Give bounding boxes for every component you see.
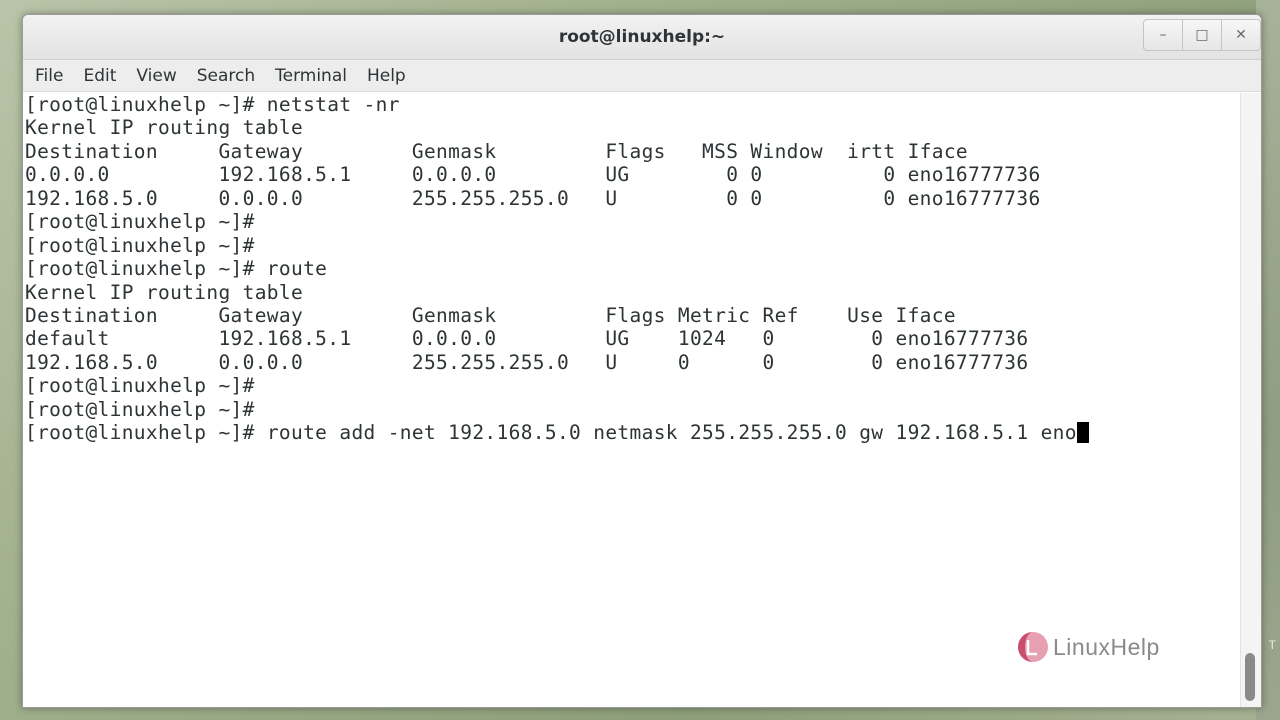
maximize-icon: □ xyxy=(1195,27,1209,43)
scrollbar-thumb[interactable] xyxy=(1245,653,1255,701)
terminal-line: Kernel IP routing table xyxy=(25,116,304,140)
terminal-line: [root@linuxhelp ~]# route xyxy=(25,257,328,281)
window-controls: – □ ✕ xyxy=(1143,19,1261,51)
terminal-window: root@linuxhelp:~ – □ ✕ File Edit View Se… xyxy=(22,14,1262,708)
menu-bar: File Edit View Search Terminal Help xyxy=(23,60,1261,92)
terminal-command-input[interactable]: route add -net 192.168.5.0 netmask 255.2… xyxy=(267,421,1077,444)
terminal-line: Kernel IP routing table xyxy=(25,280,304,304)
watermark-text: LinuxHelp xyxy=(1053,633,1160,660)
terminal-input-line[interactable]: [root@linuxhelp ~]# route add -net 192.1… xyxy=(25,421,1241,444)
terminal-cursor xyxy=(1076,422,1089,444)
title-bar[interactable]: root@linuxhelp:~ – □ ✕ xyxy=(23,15,1261,60)
terminal-line: 192.168.5.0 0.0.0.0 255.255.255.0 U 0 0 … xyxy=(25,186,1041,210)
window-title: root@linuxhelp:~ xyxy=(558,27,726,47)
maximize-button[interactable]: □ xyxy=(1182,19,1222,51)
terminal-line: Destination Gateway Genmask Flags Metric… xyxy=(25,303,956,327)
terminal-prompt: [root@linuxhelp ~]# xyxy=(25,421,267,445)
close-icon: ✕ xyxy=(1235,27,1247,43)
terminal-scrollbar[interactable] xyxy=(1240,93,1261,707)
terminal-line: default 192.168.5.1 0.0.0.0 UG 1024 0 0 … xyxy=(25,327,1029,351)
minimize-icon: – xyxy=(1159,27,1167,43)
terminal-line: [root@linuxhelp ~]# xyxy=(25,233,255,257)
terminal-line: [root@linuxhelp ~]# xyxy=(25,397,255,421)
menu-view[interactable]: View xyxy=(136,66,176,86)
minimize-button[interactable]: – xyxy=(1143,19,1183,51)
linuxhelp-logo-icon xyxy=(1018,632,1048,662)
terminal-line: [root@linuxhelp ~]# netstat -nr xyxy=(25,93,400,116)
linuxhelp-watermark: LinuxHelp xyxy=(1017,631,1160,663)
menu-search[interactable]: Search xyxy=(197,66,255,86)
terminal-line: 192.168.5.0 0.0.0.0 255.255.255.0 U 0 0 … xyxy=(25,350,1029,374)
terminal-line: 0.0.0.0 192.168.5.1 0.0.0.0 UG 0 0 0 eno… xyxy=(25,163,1041,187)
terminal-output[interactable]: [root@linuxhelp ~]# netstat -nr Kernel I… xyxy=(23,93,1241,707)
terminal-line: [root@linuxhelp ~]# xyxy=(25,374,255,398)
menu-edit[interactable]: Edit xyxy=(83,66,116,86)
desktop-edge-glyph: T xyxy=(1268,638,1276,652)
terminal-line: Destination Gateway Genmask Flags MSS Wi… xyxy=(25,139,969,163)
menu-file[interactable]: File xyxy=(35,66,63,86)
menu-help[interactable]: Help xyxy=(367,66,406,86)
close-button[interactable]: ✕ xyxy=(1221,19,1261,51)
menu-terminal[interactable]: Terminal xyxy=(275,66,347,86)
terminal-line: [root@linuxhelp ~]# xyxy=(25,210,255,234)
